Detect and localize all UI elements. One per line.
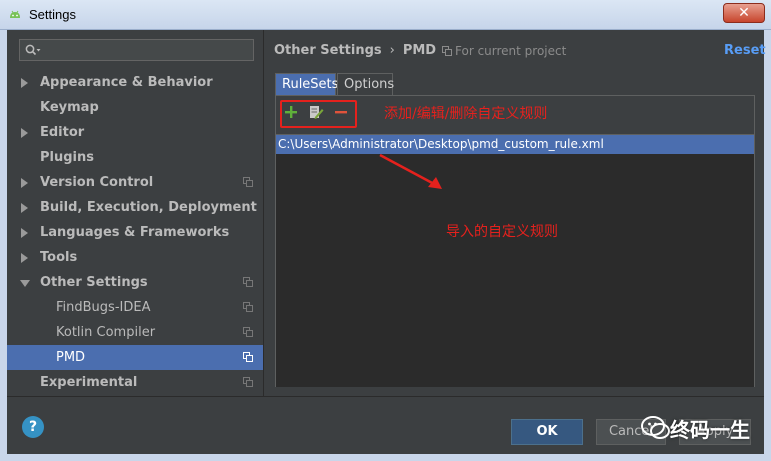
sidebar-item[interactable]: Keymap bbox=[7, 95, 263, 120]
sidebar-item[interactable]: Languages & Frameworks bbox=[7, 220, 263, 245]
sidebar-item-label: FindBugs-IDEA bbox=[56, 300, 151, 315]
rulesets-list[interactable]: C:\Users\Administrator\Desktop\pmd_custo… bbox=[276, 134, 754, 387]
sidebar-item-label: Other Settings bbox=[40, 275, 148, 290]
search-icon bbox=[25, 44, 41, 56]
sidebar-item-label: Tools bbox=[40, 250, 78, 265]
edit-rule-button[interactable] bbox=[307, 103, 325, 121]
sidebar-item-label: Plugins bbox=[40, 150, 94, 165]
chevron-right-icon[interactable] bbox=[21, 178, 28, 188]
sidebar-item[interactable]: Kotlin Compiler bbox=[7, 320, 263, 345]
project-scope-label: For current project bbox=[442, 44, 566, 58]
wechat-logo-icon bbox=[641, 416, 670, 439]
settings-sidebar: Appearance & Behavior Keymap Editor Plugins… bbox=[7, 30, 263, 396]
watermark-text: 终码一生 bbox=[670, 418, 750, 442]
sidebar-item-label: PMD bbox=[56, 350, 86, 365]
breadcrumb-other-settings: Other Settings bbox=[274, 43, 382, 58]
tab-rulesets[interactable]: RuleSets bbox=[275, 73, 338, 95]
project-scope-icon bbox=[243, 277, 253, 287]
chevron-right-icon[interactable] bbox=[21, 78, 28, 88]
chevron-right-icon[interactable] bbox=[21, 228, 28, 238]
window-title: Settings bbox=[29, 7, 76, 22]
search-input[interactable] bbox=[19, 39, 254, 61]
sidebar-item-label: Experimental bbox=[40, 375, 138, 390]
remove-rule-button[interactable] bbox=[332, 103, 350, 121]
rulesets-panel: 添加/编辑/删除自定义规则 C:\Users\Administrator\Des… bbox=[275, 95, 755, 387]
add-rule-button[interactable] bbox=[282, 103, 300, 121]
tab-options[interactable]: Options bbox=[337, 73, 394, 95]
help-button[interactable]: ? bbox=[22, 416, 44, 438]
close-icon: ✕ bbox=[738, 5, 750, 21]
sidebar-item-label: Languages & Frameworks bbox=[40, 225, 230, 240]
sidebar-item[interactable]: Editor bbox=[7, 120, 263, 145]
chevron-down-icon[interactable] bbox=[20, 280, 30, 287]
project-scope-icon bbox=[243, 327, 253, 337]
project-scope-icon bbox=[243, 377, 253, 387]
sidebar-item[interactable]: Tools bbox=[7, 245, 263, 270]
project-scope-icon bbox=[243, 177, 253, 187]
project-icon bbox=[442, 46, 452, 56]
sidebar-item[interactable]: Other Settings bbox=[7, 270, 263, 295]
chevron-right-icon[interactable] bbox=[21, 203, 28, 213]
sidebar-item-label: Build, Execution, Deployment bbox=[40, 200, 257, 215]
ok-button[interactable]: OK bbox=[511, 419, 583, 445]
breadcrumb-pmd: PMD bbox=[402, 43, 437, 58]
sidebar-item[interactable]: FindBugs-IDEA bbox=[7, 295, 263, 320]
chevron-right-icon[interactable] bbox=[21, 253, 28, 263]
settings-content: Other Settings › PMD For current project R… bbox=[264, 30, 766, 396]
sidebar-item[interactable]: Version Control bbox=[7, 170, 263, 195]
sidebar-item[interactable]: Experimental bbox=[7, 370, 263, 395]
sidebar-item[interactable]: Appearance & Behavior bbox=[7, 70, 263, 95]
sidebar-item-label: Version Control bbox=[40, 175, 154, 190]
breadcrumb: Other Settings › PMD bbox=[274, 43, 436, 58]
breadcrumb-separator: › bbox=[389, 43, 395, 58]
list-annotation: 导入的自定义规则 bbox=[446, 224, 558, 240]
reset-link[interactable]: Reset bbox=[724, 43, 766, 58]
sidebar-item-label: Editor bbox=[40, 125, 85, 140]
project-scope-icon bbox=[243, 302, 253, 312]
annotation-arrow-icon bbox=[379, 153, 442, 189]
sidebar-item-label: Kotlin Compiler bbox=[56, 325, 156, 340]
sidebar-item-label: Keymap bbox=[40, 100, 99, 115]
project-scope-text: For current project bbox=[455, 44, 567, 58]
rulesets-toolbar: 添加/编辑/删除自定义规则 bbox=[276, 96, 754, 130]
sidebar-item[interactable]: Plugins bbox=[7, 145, 263, 170]
window-close-button[interactable]: ✕ bbox=[723, 3, 765, 23]
sidebar-item[interactable]: PMD bbox=[7, 345, 263, 370]
sidebar-item[interactable]: Build, Execution, Deployment bbox=[7, 195, 263, 220]
android-studio-icon bbox=[10, 10, 20, 18]
sidebar-item-label: Appearance & Behavior bbox=[40, 75, 213, 90]
toolbar-annotation: 添加/编辑/删除自定义规则 bbox=[384, 106, 548, 122]
project-scope-icon bbox=[243, 352, 253, 362]
window-titlebar: Settings ✕ bbox=[0, 0, 771, 30]
chevron-right-icon[interactable] bbox=[21, 128, 28, 138]
list-item[interactable]: C:\Users\Administrator\Desktop\pmd_custo… bbox=[276, 135, 754, 154]
